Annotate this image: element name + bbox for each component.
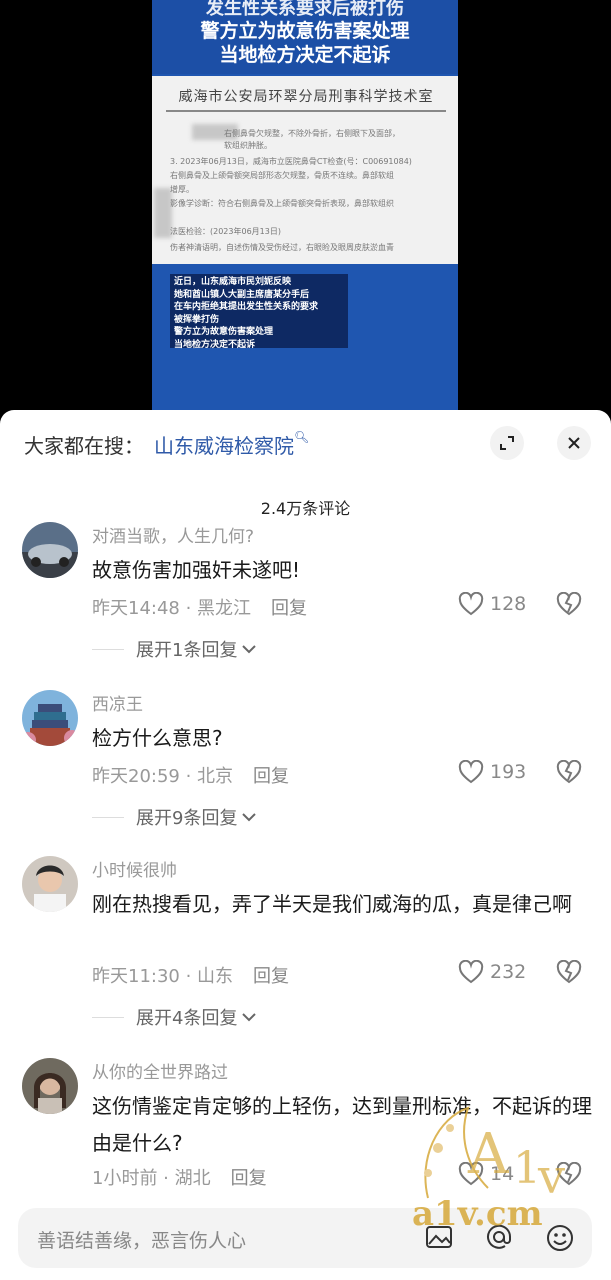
document-image: 威海市公安局环翠分局刑事科学技术室 右侧鼻骨欠规整，不除外骨折，右侧眼下及面部，… (152, 76, 458, 264)
document-line: 右侧鼻骨欠规整，不除外骨折，右侧眼下及面部， (224, 129, 400, 138)
like-count: 232 (490, 961, 527, 983)
hot-search-keyword[interactable]: 山东威海检察院 (154, 434, 294, 458)
broken-heart-icon (556, 591, 582, 616)
comment-input-placeholder: 善语结善缘，恶言伤人心 (37, 1230, 247, 1252)
divider-line (92, 648, 124, 650)
heart-icon (458, 592, 484, 616)
dislike-button[interactable] (556, 591, 582, 620)
expand-replies[interactable]: 展开9条回复 (92, 804, 257, 830)
video-headline: 发生性关系要求后被打伤 警方立为故意伤害案处理 当地检方决定不起诉 (152, 0, 458, 74)
document-line: 法医检验：(2023年06月13日) (170, 227, 281, 236)
comment-author[interactable]: 西凉王 (92, 690, 143, 715)
close-icon (568, 437, 580, 449)
like-button[interactable]: 128 (458, 592, 526, 616)
video-headline-line-2: 警方立为故意伤害案处理 (200, 20, 410, 42)
video-caption: 近日，山东威海市民刘妮反映 她和酋山镇人大副主席唐某分手后 在车内拒绝其提出发生… (170, 274, 348, 350)
emoji-button[interactable] (544, 1222, 576, 1258)
reply-button[interactable]: 回复 (253, 766, 289, 787)
chevron-down-icon (242, 1013, 257, 1022)
comment-time-location: 昨天14:48 · 黑龙江 (92, 598, 252, 619)
broken-heart-icon (556, 959, 582, 984)
hot-search-label: 大家都在搜： (24, 434, 144, 458)
expand-replies-label: 展开4条回复 (136, 1008, 238, 1029)
divider-line (92, 816, 124, 818)
caption-line: 在车内拒绝其提出发生性关系的要求 (174, 302, 319, 312)
like-count: 128 (490, 593, 527, 615)
document-line: 3. 2023年06月13日，威海市立医院鼻骨CT检查(号：C00691084) (170, 157, 412, 166)
video-headline-line-3: 当地检方决定不起诉 (219, 44, 391, 66)
comment-item: 西凉王 检方什么意思? 昨天20:59 · 北京 回复 193 展开9条回复 (0, 690, 611, 830)
document-line: 影像学诊断：符合右侧鼻骨及上颌骨额突骨折表现，鼻部软组织 (170, 199, 394, 208)
reply-button[interactable]: 回复 (271, 598, 307, 619)
heart-icon (458, 960, 484, 984)
comment-meta: 1小时前 · 湖北 回复 (92, 1164, 267, 1190)
svg-text:1: 1 (513, 1143, 541, 1194)
comment-meta: 昨天20:59 · 北京 回复 (92, 762, 289, 788)
reply-button[interactable]: 回复 (231, 1168, 267, 1189)
comment-author[interactable]: 小时候很帅 (92, 856, 177, 881)
like-count: 193 (490, 761, 527, 783)
comment-sheet: 大家都在搜： 山东威海检察院🔍︎ 2.4万条评论 对酒当歌，人生几何? 故意伤害加… (0, 410, 611, 1280)
expand-button[interactable] (490, 426, 524, 460)
avatar[interactable] (22, 856, 78, 912)
comment-count: 2.4万条评论 (260, 499, 351, 518)
comment-author[interactable]: 从你的全世界路过 (92, 1058, 228, 1083)
video-frame[interactable]: 发生性关系要求后被打伤 警方立为故意伤害案处理 当地检方决定不起诉 威海市公安局… (152, 0, 458, 412)
comment-text: 刚在热搜看见，弄了半天是我们威海的瓜，真是律己啊 (92, 892, 572, 916)
broken-heart-icon (556, 759, 582, 784)
comment-text: 检方什么意思? (92, 726, 223, 750)
document-line: 伤者神清语明，自述伤情及受伤经过，右眼睑及眼周皮肤淤血青 (170, 243, 394, 252)
caption-line: 警方立为故意伤害案处理 (174, 327, 274, 337)
comment-text: 故意伤害加强奸未遂吧! (92, 558, 301, 582)
comment-author[interactable]: 对酒当歌，人生几何? (92, 522, 254, 547)
close-button[interactable] (557, 426, 591, 460)
divider-line (92, 1016, 124, 1018)
dislike-button[interactable] (556, 759, 582, 788)
caption-line: 被挥拳打伤 (174, 314, 220, 325)
chevron-down-icon (242, 645, 257, 654)
document-title: 威海市公安局环翠分局刑事科学技术室 (166, 86, 446, 112)
chevron-down-icon (242, 813, 257, 822)
hot-search-bar: 大家都在搜： 山东威海检察院🔍︎ (24, 430, 309, 459)
comment-meta: 昨天14:48 · 黑龙江 回复 (92, 594, 307, 620)
caption-line: 当地检方决定不起诉 (174, 339, 256, 350)
like-button[interactable]: 193 (458, 760, 526, 784)
comment-time-location: 1小时前 · 湖北 (92, 1168, 211, 1189)
caption-line: 近日，山东威海市民刘妮反映 (174, 277, 292, 287)
comment-time-location: 昨天11:30 · 山东 (92, 966, 234, 987)
watermark-site: a1v.cm (412, 1194, 543, 1234)
document-line: 右侧鼻骨及上颌骨额突局部形态欠规整，骨质不连续。鼻部软组 (170, 171, 394, 180)
expand-replies-label: 展开1条回复 (136, 640, 238, 661)
caption-line: 她和酋山镇人大副主席唐某分手后 (174, 289, 310, 300)
comment-item: 对酒当歌，人生几何? 故意伤害加强奸未遂吧! 昨天14:48 · 黑龙江 回复 1… (0, 522, 611, 662)
document-line: 软组织肿胀。 (224, 141, 272, 150)
avatar[interactable] (22, 1058, 78, 1114)
expand-replies-label: 展开9条回复 (136, 808, 238, 829)
dislike-button[interactable] (556, 959, 582, 988)
comment-meta: 昨天11:30 · 山东 回复 (92, 962, 289, 988)
avatar[interactable] (22, 690, 78, 746)
like-button[interactable]: 232 (458, 960, 526, 984)
reply-button[interactable]: 回复 (253, 966, 289, 987)
svg-text:A: A (467, 1122, 509, 1187)
document-line: 增厚。 (170, 185, 194, 194)
search-icon: 🔍︎ (294, 430, 310, 444)
expand-replies[interactable]: 展开4条回复 (92, 1004, 257, 1030)
emoji-icon (547, 1225, 573, 1251)
expand-icon (500, 436, 514, 450)
expand-replies[interactable]: 展开1条回复 (92, 636, 257, 662)
avatar[interactable] (22, 522, 78, 578)
comment-time-location: 昨天20:59 · 北京 (92, 766, 234, 787)
comment-item: 小时候很帅 刚在热搜看见，弄了半天是我们威海的瓜，真是律己啊 昨天11:30 ·… (0, 856, 611, 1036)
heart-icon (458, 760, 484, 784)
